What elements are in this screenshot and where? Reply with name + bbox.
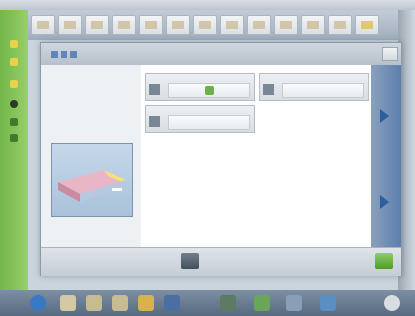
globe-icon[interactable] bbox=[30, 295, 46, 311]
toolbar-button-9[interactable] bbox=[247, 15, 271, 35]
dialog-content bbox=[141, 65, 371, 247]
toolbar-button-13[interactable] bbox=[355, 15, 379, 35]
field-value[interactable] bbox=[282, 83, 364, 98]
dialog-footer bbox=[41, 247, 401, 276]
grid-button[interactable] bbox=[181, 253, 199, 269]
document-icon bbox=[37, 21, 49, 29]
window-icon[interactable] bbox=[164, 295, 180, 311]
document-icon[interactable] bbox=[86, 295, 102, 311]
document-icon[interactable] bbox=[60, 295, 76, 311]
network-icon[interactable] bbox=[320, 295, 336, 311]
toolbar-button-4[interactable] bbox=[112, 15, 136, 35]
confirm-button[interactable] bbox=[375, 253, 393, 269]
toolbar-button-8[interactable] bbox=[220, 15, 244, 35]
list-icon[interactable] bbox=[286, 295, 302, 311]
main-toolbar bbox=[0, 10, 415, 40]
document-icon bbox=[145, 21, 157, 29]
dialog-nav bbox=[51, 51, 78, 58]
toolbar-button-10[interactable] bbox=[274, 15, 298, 35]
toolbar-button-7[interactable] bbox=[193, 15, 217, 35]
bottom-taskbar bbox=[0, 290, 415, 316]
field-type-icon bbox=[263, 84, 274, 95]
dialog-left-panel bbox=[41, 65, 139, 247]
toolbar-button-5[interactable] bbox=[139, 15, 163, 35]
document-icon bbox=[280, 21, 292, 29]
document-icon bbox=[226, 21, 238, 29]
field-card-2[interactable] bbox=[259, 73, 369, 101]
machine-illustration bbox=[51, 143, 133, 217]
field-card-1[interactable] bbox=[145, 73, 255, 101]
chart-icon[interactable] bbox=[220, 295, 236, 311]
check-icon bbox=[204, 86, 214, 95]
toolbar-button-1[interactable] bbox=[31, 15, 55, 35]
sidebar-tool-icon[interactable] bbox=[10, 80, 18, 88]
document-icon bbox=[199, 21, 211, 29]
left-sidebar bbox=[0, 10, 28, 290]
dialog-titlebar bbox=[41, 43, 401, 65]
next-section-icon[interactable] bbox=[380, 195, 389, 209]
document-icon bbox=[118, 21, 130, 29]
toolbar-button-2[interactable] bbox=[58, 15, 82, 35]
document-icon bbox=[91, 21, 103, 29]
document-icon bbox=[253, 21, 265, 29]
field-card-3[interactable] bbox=[145, 105, 255, 133]
toolbar-button-11[interactable] bbox=[301, 15, 325, 35]
sidebar-item-icon[interactable] bbox=[10, 118, 18, 126]
settings-dialog bbox=[40, 42, 402, 276]
document-icon bbox=[64, 21, 76, 29]
folder-icon[interactable] bbox=[138, 295, 154, 311]
back-icon[interactable] bbox=[51, 51, 58, 58]
field-value[interactable] bbox=[168, 83, 250, 98]
close-button[interactable] bbox=[382, 47, 398, 61]
home-icon[interactable] bbox=[70, 51, 78, 58]
gear-illustration-icon bbox=[58, 170, 126, 202]
toolbar-button-3[interactable] bbox=[85, 15, 109, 35]
sidebar-item-icon[interactable] bbox=[10, 134, 18, 142]
field-type-icon bbox=[149, 116, 160, 127]
dialog-nav-strip bbox=[371, 65, 401, 247]
forward-icon[interactable] bbox=[60, 51, 68, 58]
sidebar-dot-icon[interactable] bbox=[10, 100, 18, 108]
folder-icon bbox=[361, 21, 373, 29]
sidebar-lock-icon[interactable] bbox=[10, 40, 18, 48]
next-page-icon[interactable] bbox=[380, 109, 389, 123]
sidebar-warning-icon[interactable] bbox=[10, 58, 18, 66]
toolbar-button-6[interactable] bbox=[166, 15, 190, 35]
document-icon bbox=[334, 21, 346, 29]
field-type-icon bbox=[149, 84, 160, 95]
document-icon[interactable] bbox=[112, 295, 128, 311]
document-icon bbox=[172, 21, 184, 29]
clock-icon[interactable] bbox=[384, 295, 400, 311]
document-icon bbox=[307, 21, 319, 29]
top-title-strip bbox=[0, 0, 415, 10]
settings-icon[interactable] bbox=[254, 295, 270, 311]
toolbar-button-12[interactable] bbox=[328, 15, 352, 35]
field-value[interactable] bbox=[168, 115, 250, 130]
